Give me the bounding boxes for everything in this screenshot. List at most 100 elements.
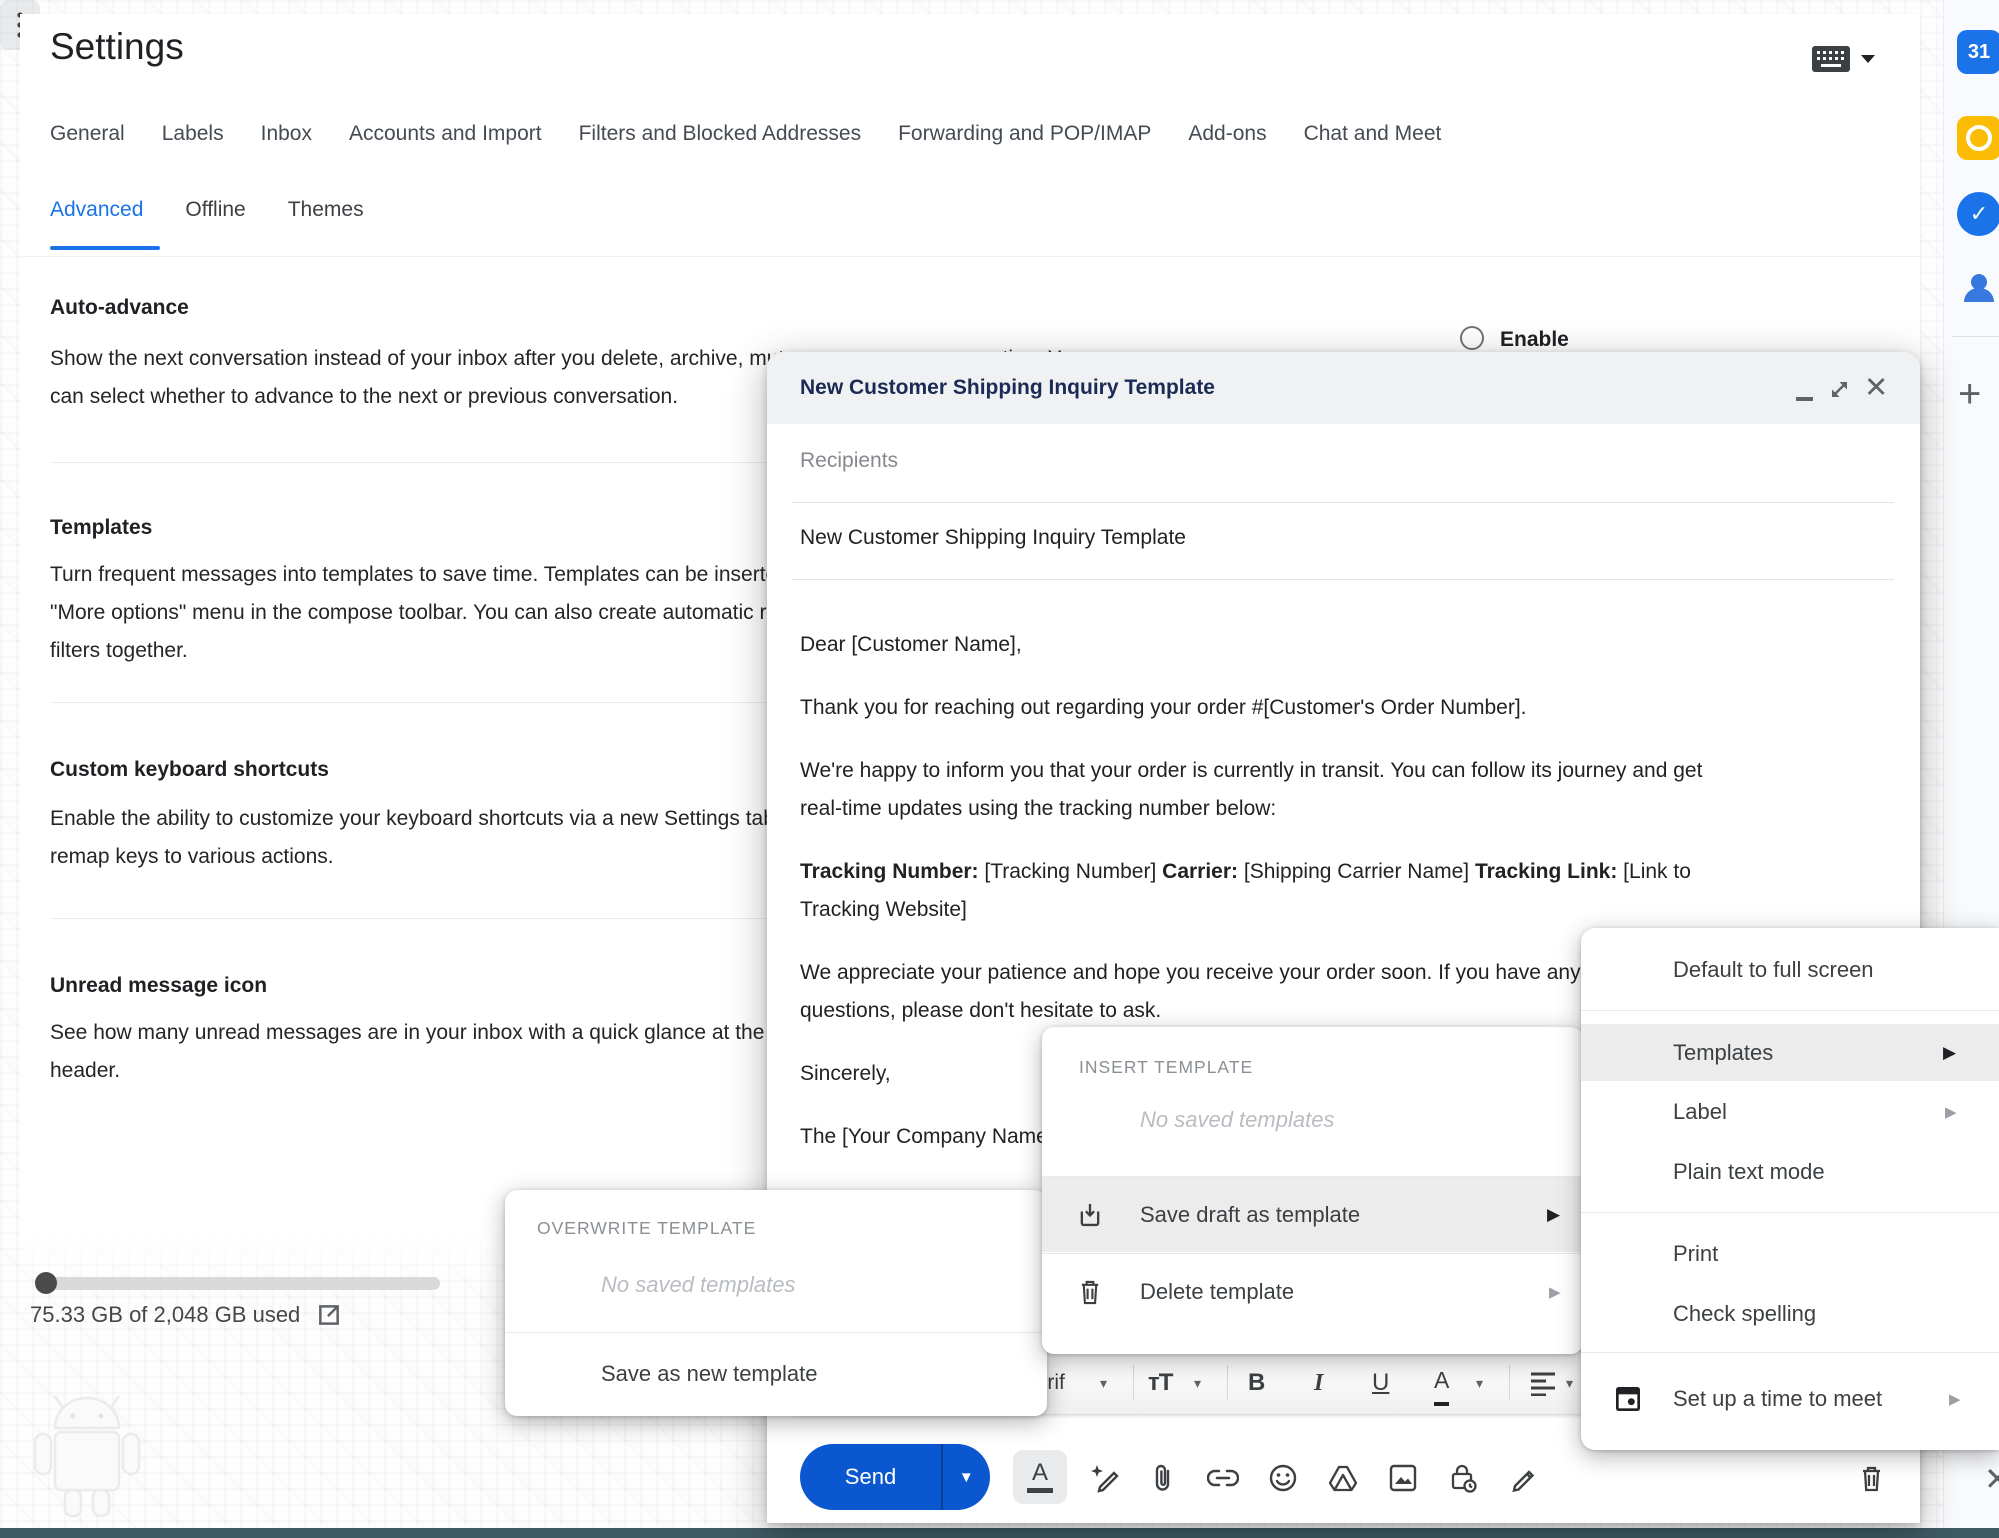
insert-emoji-icon[interactable] — [1257, 1452, 1309, 1504]
tab-forwarding-and-pop-imap[interactable]: Forwarding and POP/IMAP — [898, 122, 1151, 146]
menu-item-label: Label — [1673, 1099, 1727, 1125]
attach-file-icon[interactable] — [1137, 1452, 1189, 1504]
section-desc-line: header. — [50, 1052, 120, 1090]
side-panel-divider — [1952, 336, 1999, 337]
section-heading-unread-message-icon: Unread message icon — [50, 974, 267, 998]
print-item[interactable]: Print — [1581, 1228, 1999, 1280]
side-panel-close-icon[interactable]: ✕ — [1984, 1460, 1999, 1498]
menu-item-label: Plain text mode — [1673, 1159, 1825, 1185]
align-caret-icon[interactable]: ▾ — [1566, 1352, 1573, 1414]
enable-radio-label: Enable — [1500, 328, 1569, 352]
settings-subtabs: Advanced Offline Themes — [50, 198, 364, 222]
insert-template-header: INSERT TEMPLATE — [1079, 1057, 1253, 1078]
external-link-icon[interactable] — [316, 1302, 342, 1328]
settings-tabs: General Labels Inbox Accounts and Import… — [50, 122, 1441, 146]
section-heading-auto-advance: Auto-advance — [50, 296, 189, 320]
menu-divider — [1581, 1010, 1999, 1011]
italic-button[interactable]: I — [1314, 1352, 1323, 1414]
compose-title: New Customer Shipping Inquiry Template — [800, 352, 1215, 424]
recipients-field[interactable]: Recipients — [800, 449, 898, 473]
section-heading-custom-keyboard-shortcuts: Custom keyboard shortcuts — [50, 758, 329, 782]
body-paragraph: We're happy to inform you that your orde… — [800, 752, 1885, 828]
insert-from-drive-icon[interactable] — [1317, 1452, 1369, 1504]
tab-labels[interactable]: Labels — [162, 122, 224, 146]
storage-usage: 75.33 GB of 2,048 GB used — [30, 1302, 342, 1328]
section-desc-line: filters together. — [50, 632, 188, 670]
menu-item-label: Delete template — [1140, 1279, 1294, 1305]
contacts-icon[interactable] — [1957, 266, 1999, 310]
tab-accounts-and-import[interactable]: Accounts and Import — [349, 122, 542, 146]
set-up-time-to-meet-item[interactable]: Set up a time to meet ▶ — [1581, 1370, 1999, 1428]
confidential-mode-icon[interactable] — [1437, 1452, 1489, 1504]
formatting-options-button[interactable]: A — [1013, 1450, 1067, 1504]
send-options-caret-icon[interactable]: ▼ — [943, 1469, 991, 1486]
compose-header[interactable]: New Customer Shipping Inquiry Template ✕ — [767, 352, 1920, 424]
more-options-menu: Default to full screen Templates ▶ Label… — [1581, 928, 1999, 1450]
format-a-underline — [1027, 1488, 1053, 1493]
trash-icon — [1078, 1278, 1102, 1306]
menu-divider — [1581, 1212, 1999, 1213]
body-paragraph: Thank you for reaching out regarding you… — [800, 689, 1885, 727]
save-draft-as-template-item[interactable]: Save draft as template ▶ — [1042, 1177, 1583, 1252]
get-add-ons-button[interactable]: + — [1958, 372, 1981, 417]
pop-out-icon[interactable] — [1829, 379, 1850, 400]
discard-draft-icon[interactable] — [1845, 1452, 1897, 1504]
bold-button[interactable]: B — [1248, 1352, 1265, 1414]
submenu-arrow-icon: ▶ — [1949, 1390, 1961, 1408]
help-me-write-button[interactable] — [1079, 1452, 1131, 1504]
insert-photo-icon[interactable] — [1377, 1452, 1429, 1504]
tab-themes[interactable]: Themes — [288, 198, 364, 222]
calendar-icon[interactable]: 31 — [1957, 30, 1999, 74]
default-to-full-screen-item[interactable]: Default to full screen — [1581, 944, 1999, 996]
tab-chat-and-meet[interactable]: Chat and Meet — [1304, 122, 1442, 146]
text-color-button[interactable]: A — [1434, 1358, 1449, 1406]
tabs-divider — [20, 256, 1920, 257]
field-divider — [792, 579, 1894, 580]
delete-template-item[interactable]: Delete template ▶ — [1042, 1254, 1583, 1330]
tab-add-ons[interactable]: Add-ons — [1188, 122, 1266, 146]
save-as-new-template-item[interactable]: Save as new template — [505, 1333, 1047, 1415]
menu-item-label: Save draft as template — [1140, 1202, 1360, 1228]
tab-advanced[interactable]: Advanced — [50, 198, 143, 222]
input-tools-control[interactable] — [1812, 46, 1876, 72]
tab-general[interactable]: General — [50, 122, 125, 146]
menu-item-label: Save as new template — [601, 1361, 817, 1387]
enable-radio[interactable] — [1460, 326, 1484, 350]
menu-item-label: Print — [1673, 1241, 1718, 1267]
templates-menu-item[interactable]: Templates ▶ — [1581, 1024, 1999, 1081]
minimize-icon[interactable] — [1796, 397, 1813, 401]
toolbar-separator — [1509, 1365, 1510, 1401]
no-saved-templates-text: No saved templates — [601, 1272, 795, 1298]
insert-signature-icon[interactable] — [1497, 1452, 1549, 1504]
send-button[interactable]: Send ▼ — [800, 1444, 990, 1510]
menu-divider — [1581, 1352, 1999, 1353]
tasks-icon[interactable]: ✓ — [1957, 192, 1999, 236]
templates-submenu: INSERT TEMPLATE No saved templates Save … — [1042, 1027, 1583, 1354]
screen-bottom-edge — [0, 1528, 1999, 1538]
menu-item-label: Check spelling — [1673, 1301, 1816, 1327]
tab-filters-and-blocked-addresses[interactable]: Filters and Blocked Addresses — [579, 122, 861, 146]
toolbar-separator — [1133, 1365, 1134, 1401]
subject-field[interactable]: New Customer Shipping Inquiry Template — [800, 526, 1186, 550]
label-menu-item[interactable]: Label ▶ — [1581, 1086, 1999, 1138]
font-size-caret-icon[interactable]: ▾ — [1194, 1352, 1201, 1414]
keep-icon[interactable] — [1957, 116, 1999, 160]
underline-button[interactable]: U — [1372, 1352, 1389, 1414]
font-family-caret-icon[interactable]: ▾ — [1100, 1352, 1107, 1414]
plain-text-mode-item[interactable]: Plain text mode — [1581, 1146, 1999, 1198]
keep-bulb — [1966, 125, 1992, 151]
close-icon[interactable]: ✕ — [1864, 370, 1888, 405]
insert-link-icon[interactable] — [1197, 1452, 1249, 1504]
text-color-caret-icon[interactable]: ▾ — [1476, 1352, 1483, 1414]
send-label: Send — [800, 1464, 941, 1490]
check-spelling-item[interactable]: Check spelling — [1581, 1288, 1999, 1340]
tab-offline[interactable]: Offline — [185, 198, 245, 222]
storage-progress-bar — [36, 1277, 440, 1290]
align-button[interactable] — [1530, 1370, 1558, 1396]
font-size-button[interactable]: тT — [1148, 1352, 1172, 1414]
chevron-down-icon — [1860, 54, 1876, 64]
body-paragraph: Dear [Customer Name], — [800, 626, 1885, 664]
android-robot-watermark — [25, 1390, 155, 1525]
tab-inbox[interactable]: Inbox — [261, 122, 312, 146]
section-desc-line: can select whether to advance to the nex… — [50, 378, 678, 416]
